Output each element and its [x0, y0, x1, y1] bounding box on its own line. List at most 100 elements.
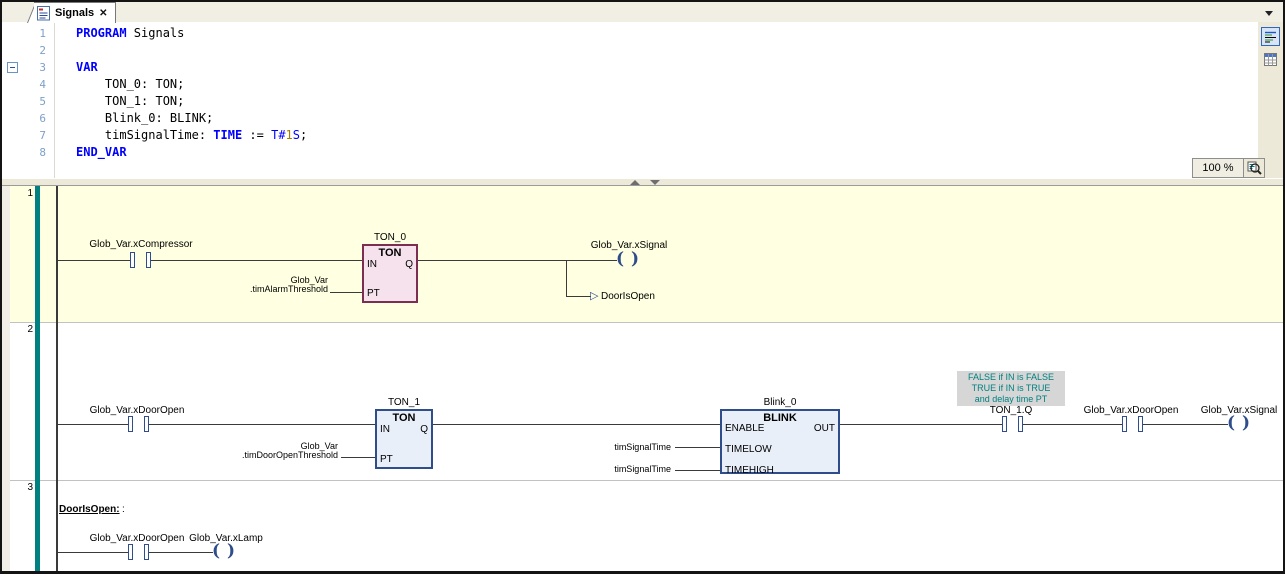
tab-list-dropdown-icon[interactable] — [1265, 11, 1273, 16]
contact-icon[interactable] — [144, 416, 149, 432]
contact-icon[interactable] — [1122, 416, 1127, 432]
line-number: 3 — [18, 59, 46, 76]
pt-operand[interactable]: .timDoorOpenThreshold — [242, 450, 338, 460]
pin-q: Q — [420, 424, 428, 435]
textual-view-button[interactable] — [1261, 27, 1280, 46]
network-1-number[interactable]: 1 — [20, 188, 33, 199]
network-2[interactable] — [2, 322, 1283, 480]
pin-out: OUT — [814, 423, 835, 434]
timehigh-operand[interactable]: timSignalTime — [614, 464, 671, 474]
code-line-5[interactable]: TON_1: TON; — [76, 93, 184, 110]
function-block-ton1[interactable]: TON IN Q PT — [375, 409, 433, 469]
wire — [58, 552, 128, 553]
contact-operand[interactable]: Glob_Var.xCompressor — [89, 239, 192, 250]
function-block-ton0[interactable]: TON IN Q PT — [362, 244, 418, 303]
pane-splitter[interactable] — [2, 178, 1283, 186]
network-3[interactable] — [2, 480, 1283, 571]
pin-timelow: TIMELOW — [725, 444, 772, 455]
identifier: Signals — [127, 26, 185, 40]
tabular-view-icon — [1264, 53, 1277, 66]
tab-signals[interactable]: Signals ✕ — [34, 2, 116, 23]
contact-operand[interactable]: Glob_Var.xDoorOpen — [90, 533, 185, 544]
tabular-view-button[interactable] — [1261, 50, 1280, 69]
coil-paren-right: ) — [227, 541, 235, 561]
contact-icon[interactable] — [128, 416, 133, 432]
fold-collapse-icon[interactable] — [7, 62, 18, 73]
contact-icon[interactable] — [1138, 416, 1143, 432]
code-line-3[interactable]: VAR — [76, 59, 98, 76]
pin-in: IN — [367, 259, 377, 270]
keyword: TIME — [213, 128, 242, 142]
code-line-1[interactable]: PROGRAM Signals — [76, 25, 184, 42]
wire — [58, 424, 128, 425]
network-2-number[interactable]: 2 — [20, 324, 33, 335]
network-jump-label[interactable]: DoorIsOpen: — [59, 504, 120, 515]
power-rail — [56, 186, 58, 571]
line-number: 2 — [18, 42, 46, 59]
line-number: 5 — [18, 93, 46, 110]
splitter-collapse-down-icon[interactable] — [650, 180, 660, 185]
wire — [418, 260, 617, 261]
identifier: timSignalTime: — [76, 128, 213, 142]
zoom-button[interactable] — [1243, 158, 1265, 178]
network-label-colon: : — [122, 504, 125, 515]
line-number: 4 — [18, 76, 46, 93]
semicolon: ; — [300, 128, 307, 142]
ladder-left-margin — [2, 186, 10, 571]
wire — [149, 424, 375, 425]
code-line-7[interactable]: timSignalTime: TIME := T#1S; — [76, 127, 307, 144]
zoom-level-box[interactable]: 100 % — [1192, 158, 1244, 178]
contact-icon[interactable] — [146, 252, 151, 268]
block-type: TON — [364, 247, 416, 259]
block-type: TON — [377, 412, 431, 424]
contact-operand[interactable]: Glob_Var.xDoorOpen — [1084, 405, 1179, 416]
coil-paren-right: ) — [1242, 413, 1250, 433]
contact-icon[interactable] — [1018, 416, 1023, 432]
splitter-collapse-up-icon[interactable] — [630, 180, 640, 185]
line-number: 6 — [18, 110, 46, 127]
tooltip-line: TRUE if IN is TRUE — [957, 383, 1065, 394]
code-line-6[interactable]: Blink_0: BLINK; — [76, 110, 213, 127]
jump-icon[interactable]: ▷ — [590, 289, 598, 302]
contact-icon[interactable] — [128, 544, 133, 560]
coil-icon[interactable]: () — [1227, 413, 1250, 433]
gutter-separator — [54, 22, 55, 178]
code-line-8[interactable]: END_VAR — [76, 144, 127, 161]
contact-icon[interactable] — [130, 252, 135, 268]
contact-icon[interactable] — [1002, 416, 1007, 432]
wire — [840, 424, 1002, 425]
code-line-4[interactable]: TON_0: TON; — [76, 76, 184, 93]
contact-icon[interactable] — [144, 544, 149, 560]
timelow-operand[interactable]: timSignalTime — [614, 442, 671, 452]
coil-paren-left: ( — [616, 249, 624, 269]
line-number: 1 — [18, 25, 46, 42]
network-3-number[interactable]: 3 — [20, 482, 33, 493]
coil-icon[interactable]: () — [616, 249, 639, 269]
coil-paren-right: ) — [631, 249, 639, 269]
coil-paren-left: ( — [1227, 413, 1235, 433]
block-instance-name[interactable]: Blink_0 — [764, 397, 797, 408]
keyword: PROGRAM — [76, 26, 127, 40]
magnifier-icon — [1246, 160, 1262, 176]
wire — [330, 292, 362, 293]
declaration-editor[interactable] — [2, 22, 1283, 178]
wire — [1021, 424, 1122, 425]
jump-target-label[interactable]: DoorIsOpen — [601, 291, 655, 302]
textual-view-icon — [1264, 30, 1277, 43]
block-instance-name[interactable]: TON_0 — [374, 232, 406, 243]
wire — [675, 470, 720, 471]
coil-icon[interactable]: () — [212, 541, 235, 561]
tooltip-line: and delay time PT — [957, 394, 1065, 405]
function-block-blink0[interactable]: BLINK ENABLE OUT TIMELOW TIMEHIGH — [720, 409, 840, 474]
tab-bar — [2, 2, 1283, 23]
tab-close-icon[interactable]: ✕ — [99, 8, 107, 19]
pt-operand[interactable]: .timAlarmThreshold — [250, 284, 328, 294]
wire — [149, 552, 213, 553]
keyword: VAR — [76, 60, 98, 74]
line-number: 8 — [18, 144, 46, 161]
tab-title: Signals — [55, 7, 94, 19]
block-instance-name[interactable]: TON_1 — [388, 397, 420, 408]
wire — [1141, 424, 1228, 425]
contact-operand[interactable]: TON_1.Q — [990, 405, 1033, 416]
contact-operand[interactable]: Glob_Var.xDoorOpen — [90, 405, 185, 416]
